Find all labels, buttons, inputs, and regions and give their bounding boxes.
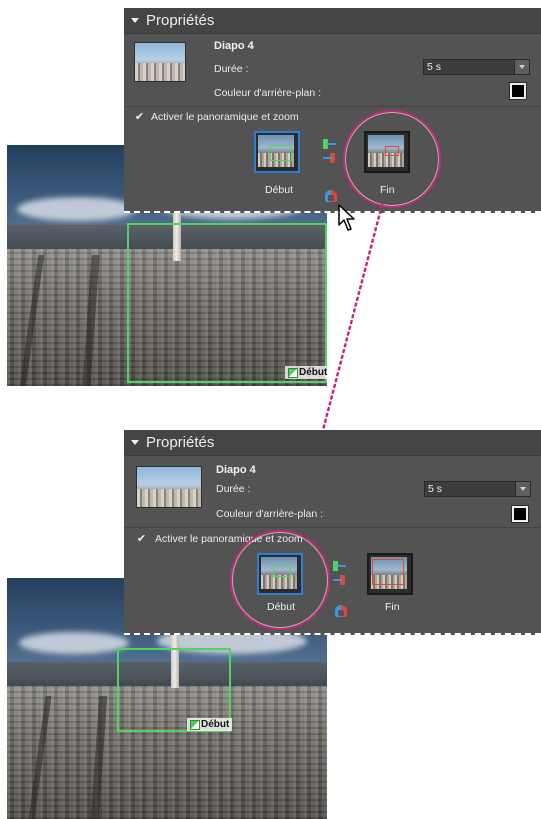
start-label: Début (265, 184, 294, 196)
background-color-swatch[interactable] (509, 82, 527, 100)
collapse-arrow-icon[interactable] (131, 18, 139, 23)
start-frame-tag-zoomed: Début (187, 718, 233, 731)
swap-icon[interactable] (333, 561, 346, 571)
checkbox-icon[interactable]: ✔ (134, 112, 145, 123)
slide-name: Diapo 4 (214, 40, 254, 52)
copy-icon[interactable] (335, 605, 347, 617)
duration-select[interactable]: 5 s (423, 59, 530, 75)
start-frame-marker (270, 145, 292, 161)
slide-thumbnail (136, 466, 202, 508)
duration-value: 5 s (427, 61, 442, 73)
background-color-swatch[interactable] (511, 505, 529, 523)
slide-thumbnail (134, 42, 186, 82)
slide-name: Diapo 4 (216, 464, 256, 476)
collapse-arrow-icon[interactable] (131, 440, 139, 445)
start-frame-tag: Début (285, 366, 327, 379)
mouse-pointer-icon (338, 204, 355, 231)
background-color-label: Couleur d'arrière-plan : (214, 87, 322, 99)
duration-label: Durée : (216, 483, 251, 495)
end-label: Fin (385, 601, 400, 613)
panel-title: Propriétés (146, 12, 215, 29)
swap-icon[interactable] (323, 139, 336, 149)
highlight-circle-start (230, 530, 330, 630)
properties-panel-top: Propriétés Diapo 4 Durée : 5 s Couleur d… (124, 8, 541, 213)
panel-title: Propriétés (146, 434, 215, 451)
highlight-circle-end (343, 110, 441, 208)
chevron-down-icon[interactable] (514, 60, 529, 74)
start-frame-outline (127, 223, 327, 383)
swap-icon[interactable] (323, 153, 335, 163)
pan-zoom-checkbox-label: Activer le panoramique et zoom (151, 111, 299, 123)
properties-panel-bottom: Propriétés Diapo 4 Durée : 5 s Couleur d… (124, 430, 541, 635)
divider (124, 527, 541, 528)
background-color-label: Couleur d'arrière-plan : (216, 508, 324, 520)
start-frame-thumbnail[interactable] (254, 131, 300, 173)
end-frame-thumbnail[interactable] (367, 553, 413, 595)
checkbox-icon[interactable]: ✔ (136, 534, 147, 545)
panel-header[interactable]: Propriétés (124, 430, 541, 456)
end-frame-marker (372, 559, 404, 585)
divider (124, 106, 541, 107)
copy-icon[interactable] (325, 190, 337, 202)
chevron-down-icon[interactable] (515, 482, 530, 496)
duration-value: 5 s (428, 483, 443, 495)
swap-icon[interactable] (333, 575, 345, 585)
panel-header[interactable]: Propriétés (124, 8, 541, 34)
duration-select[interactable]: 5 s (424, 481, 531, 497)
duration-label: Durée : (214, 63, 249, 75)
